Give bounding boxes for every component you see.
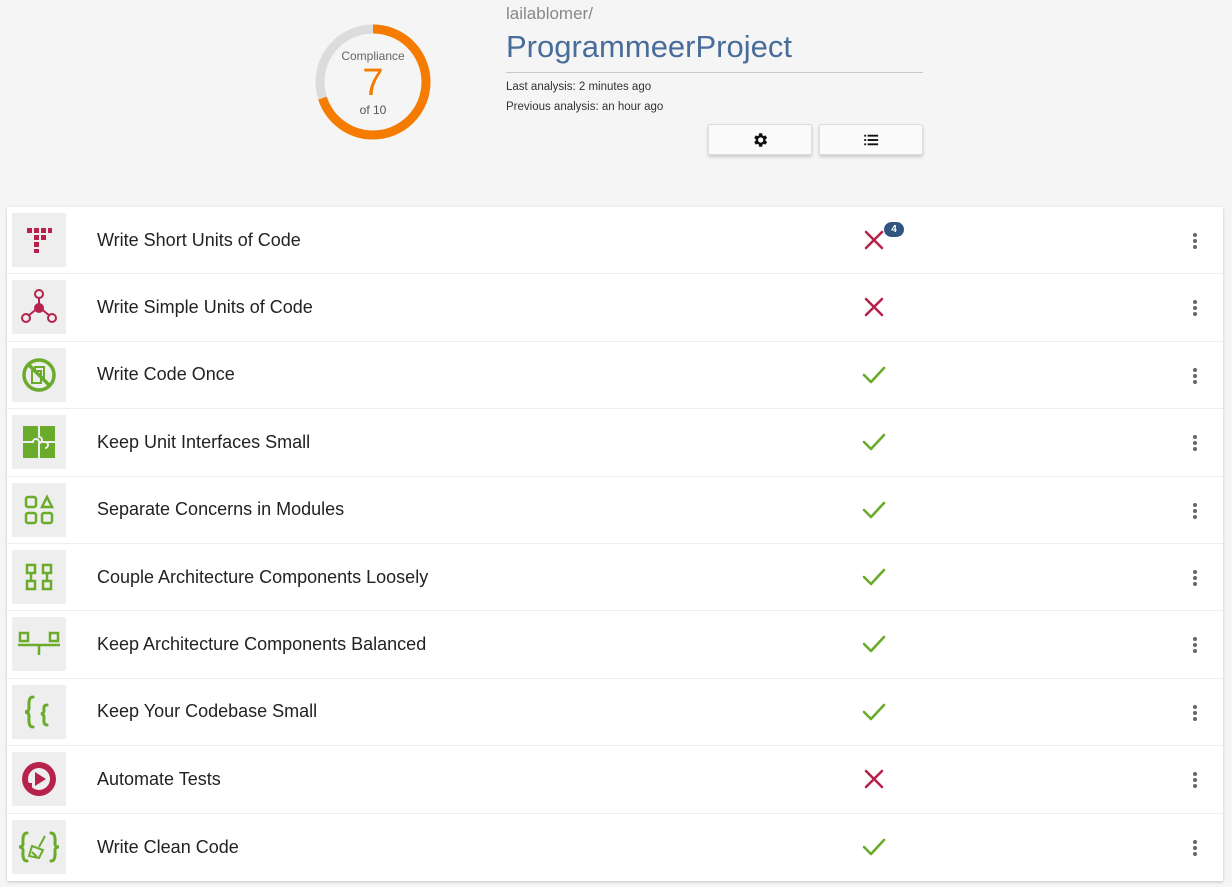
more-options-button[interactable]	[1183, 701, 1207, 725]
guideline-list: Write Short Units of Code 4 Write Simple…	[7, 207, 1223, 881]
fail-icon	[861, 294, 887, 320]
guideline-tile	[12, 415, 66, 470]
more-options-button[interactable]	[1183, 364, 1207, 388]
guideline-tile	[12, 280, 66, 335]
more-vert-icon	[1193, 704, 1197, 721]
guideline-row[interactable]: Write Code Once	[7, 342, 1223, 410]
list-icon	[864, 134, 879, 145]
guideline-tile	[12, 347, 66, 402]
guideline-label[interactable]: Write Clean Code	[97, 837, 239, 858]
guideline-label[interactable]: Write Short Units of Code	[97, 230, 301, 251]
guideline-tile	[12, 684, 66, 739]
guideline-tile	[12, 213, 66, 267]
guideline-row[interactable]: Write Short Units of Code 4	[7, 207, 1223, 275]
more-options-button[interactable]	[1183, 431, 1207, 455]
modules-icon	[24, 493, 55, 524]
guideline-tile	[12, 752, 66, 807]
guideline-row[interactable]: Separate Concerns in Modules	[7, 477, 1223, 544]
guideline-row[interactable]: Keep Your Codebase Small	[7, 679, 1223, 747]
puzzle-icon	[23, 426, 55, 459]
more-vert-icon	[1193, 569, 1197, 586]
guideline-row[interactable]: Automate Tests	[7, 746, 1223, 814]
guideline-tile	[12, 819, 66, 874]
more-vert-icon	[1193, 300, 1197, 317]
guideline-label[interactable]: Automate Tests	[97, 769, 221, 790]
guideline-row[interactable]: Keep Unit Interfaces Small	[7, 409, 1223, 477]
more-options-button[interactable]	[1183, 499, 1207, 523]
guideline-label[interactable]: Keep Architecture Components Balanced	[97, 634, 426, 655]
compliance-gauge: Compliance 7 of 10	[312, 21, 434, 143]
more-options-button[interactable]	[1183, 633, 1207, 657]
short-units-icon	[27, 228, 52, 253]
guideline-row[interactable]: Write Clean Code	[7, 814, 1223, 881]
settings-button[interactable]	[708, 124, 812, 155]
guideline-row[interactable]: Write Simple Units of Code	[7, 274, 1223, 342]
last-analysis: Last analysis: 2 minutes ago	[506, 81, 652, 93]
no-duplication-icon	[22, 358, 56, 392]
simple-units-icon	[21, 289, 57, 324]
more-options-button[interactable]	[1183, 836, 1207, 860]
pass-icon	[861, 631, 887, 657]
pass-icon	[861, 362, 887, 388]
balance-icon	[18, 632, 60, 656]
more-vert-icon	[1193, 435, 1197, 452]
guideline-row[interactable]: Keep Architecture Components Balanced	[7, 611, 1223, 679]
project-owner[interactable]: lailablomer/	[506, 4, 923, 24]
clean-code-icon	[18, 831, 60, 863]
guideline-tile	[12, 617, 66, 672]
more-vert-icon	[1193, 233, 1197, 249]
previous-analysis: Previous analysis: an hour ago	[506, 101, 664, 113]
more-vert-icon	[1193, 772, 1197, 789]
more-vert-icon	[1193, 839, 1197, 856]
guideline-label[interactable]: Write Code Once	[97, 364, 235, 385]
list-view-button[interactable]	[819, 124, 923, 155]
guideline-row[interactable]: Couple Architecture Components Loosely	[7, 544, 1223, 612]
guideline-label[interactable]: Separate Concerns in Modules	[97, 499, 344, 520]
more-options-button[interactable]	[1183, 296, 1207, 320]
violation-count-badge[interactable]: 4	[884, 222, 904, 237]
pass-icon	[861, 497, 887, 523]
more-options-button[interactable]	[1183, 768, 1207, 792]
more-vert-icon	[1193, 502, 1197, 519]
compliance-score: 7	[362, 62, 384, 104]
more-options-button[interactable]	[1183, 229, 1207, 253]
fail-icon	[861, 227, 887, 253]
guideline-label[interactable]: Couple Architecture Components Loosely	[97, 567, 428, 588]
fail-icon	[861, 766, 887, 792]
components-icon	[25, 563, 53, 591]
pass-icon	[861, 699, 887, 725]
pass-icon	[861, 429, 887, 455]
guideline-tile	[12, 549, 66, 604]
gauge-total: of 10	[359, 103, 387, 117]
pass-icon	[861, 564, 887, 590]
more-vert-icon	[1193, 367, 1197, 384]
pass-icon	[861, 834, 887, 860]
guideline-tile	[12, 482, 66, 537]
gear-icon	[754, 132, 768, 147]
project-title: ProgrammeerProject	[506, 26, 923, 73]
gauge-label: Compliance	[341, 49, 405, 63]
braces-icon	[24, 695, 49, 729]
more-vert-icon	[1193, 637, 1197, 654]
more-options-button[interactable]	[1183, 566, 1207, 590]
project-info: lailablomer/ ProgrammeerProject Last ana…	[506, 4, 923, 117]
guideline-label[interactable]: Write Simple Units of Code	[97, 297, 313, 318]
guideline-label[interactable]: Keep Your Codebase Small	[97, 701, 317, 722]
guideline-label[interactable]: Keep Unit Interfaces Small	[97, 432, 310, 453]
automate-tests-icon	[22, 762, 56, 797]
